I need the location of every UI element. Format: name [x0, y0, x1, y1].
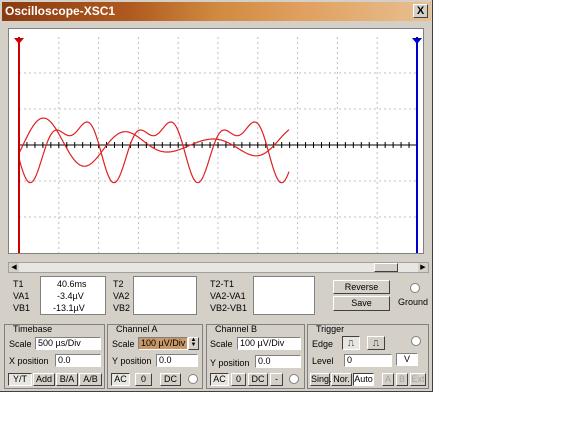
reverse-button[interactable]: Reverse [333, 280, 390, 294]
channel-b-group: Channel B Scale 100 µV/Div Y position 0.… [206, 324, 305, 389]
title-bar[interactable]: Oscilloscope-XSC1 X [2, 2, 431, 21]
channel-b-trace [18, 121, 290, 184]
t1-label: T1 [13, 279, 24, 289]
mode-ab-button[interactable]: A/B [79, 373, 102, 386]
x-position-field[interactable]: 0.0 [55, 354, 101, 367]
channel-b-ypos-field[interactable]: 0.0 [255, 355, 301, 368]
trigger-group: Trigger Edge ⎍ ⎍ Level 0 V Sing. Nor. Au… [307, 324, 429, 389]
save-button[interactable]: Save [333, 296, 390, 311]
channel-b-zero-button[interactable]: 0 [231, 373, 246, 386]
channel-b-dc-button[interactable]: DC [248, 373, 268, 386]
t1-value: 40.6ms [57, 279, 87, 289]
trigger-level-unit[interactable]: V [396, 353, 418, 366]
trigger-edge-label: Edge [312, 339, 334, 349]
channel-a-radio[interactable] [188, 374, 198, 384]
va1-label: VA1 [13, 291, 30, 301]
trigger-single-button[interactable]: Sing. [310, 373, 332, 386]
cursor-2-handle[interactable] [412, 38, 422, 44]
channel-b-ypos-label: Y position [210, 358, 250, 368]
channel-a-zero-button[interactable]: 0 [135, 373, 152, 386]
waveform-display [14, 37, 422, 253]
vb1-label: VB1 [13, 303, 31, 313]
trigger-source-a-button[interactable]: A [382, 373, 394, 386]
cursor2-readout [133, 276, 197, 315]
trigger-auto-button[interactable]: Auto [353, 373, 374, 386]
va2-va1-label: VA2-VA1 [210, 291, 246, 301]
ground-radio[interactable] [410, 283, 420, 293]
trigger-title: Trigger [316, 324, 345, 334]
channel-b-scale-label: Scale [210, 339, 233, 349]
trigger-source-ext-button[interactable]: Ext [410, 373, 426, 386]
channel-b-radio[interactable] [289, 374, 299, 384]
channel-b-scale-field[interactable]: 100 µV/Div [237, 337, 301, 350]
cursor-1-handle[interactable] [14, 38, 24, 44]
mode-add-button[interactable]: Add [33, 373, 55, 386]
scroll-right-icon[interactable]: ▶ [418, 263, 428, 272]
falling-edge-icon[interactable]: ⎍ [367, 336, 385, 350]
trigger-normal-button[interactable]: Nor. [331, 373, 352, 386]
window-title: Oscilloscope-XSC1 [5, 4, 116, 18]
vb2-label: VB2 [113, 303, 131, 313]
vb2-vb1-label: VB2-VB1 [210, 303, 248, 313]
horizontal-scrollbar[interactable]: ◀ ▶ [8, 262, 429, 273]
scroll-thumb[interactable] [374, 263, 398, 272]
timebase-group: Timebase Scale 500 µs/Div X position 0.0… [4, 324, 105, 389]
va2-label: VA2 [113, 291, 130, 301]
channel-a-scale-spinner[interactable]: ▲ ▼ [188, 337, 199, 350]
trigger-level-label: Level [312, 356, 334, 366]
vb1-value: -13.1µV [53, 303, 85, 313]
cursor1-readout: 40.6ms -3.4µV -13.1µV [40, 276, 106, 315]
timebase-scale-field[interactable]: 500 µs/Div [35, 337, 101, 350]
mode-yt-button[interactable]: Y/T [8, 373, 32, 386]
trigger-source-b-button[interactable]: B [396, 373, 408, 386]
channel-a-scale-label: Scale [112, 339, 135, 349]
t2-label: T2 [113, 279, 124, 289]
channel-a-dc-button[interactable]: DC [160, 373, 181, 386]
channel-a-ypos-label: Y position [112, 356, 152, 366]
close-button[interactable]: X [413, 4, 428, 18]
rising-edge-icon[interactable]: ⎍ [342, 336, 360, 350]
t2-t1-label: T2-T1 [210, 279, 235, 289]
channel-a-ac-button[interactable]: AC [111, 373, 130, 386]
oscilloscope-window: Oscilloscope-XSC1 X ◀ ▶ T1 VA1 VB1 40.6m… [0, 0, 433, 392]
ground-label: Ground [398, 297, 429, 307]
timebase-scale-label: Scale [9, 339, 32, 349]
scope-screen [8, 28, 424, 254]
channel-b-title: Channel B [215, 324, 258, 334]
timebase-title: Timebase [13, 324, 53, 334]
channel-a-ypos-field[interactable]: 0.0 [156, 354, 198, 367]
mode-ba-button[interactable]: B/A [56, 373, 78, 386]
scroll-left-icon[interactable]: ◀ [9, 263, 19, 272]
channel-a-title: Channel A [116, 324, 158, 334]
channel-a-group: Channel A Scale 100 µV/Div ▲ ▼ Y position… [107, 324, 203, 389]
va1-value: -3.4µV [57, 291, 84, 301]
difference-readout [253, 276, 315, 315]
channel-b-ac-button[interactable]: AC [210, 373, 229, 386]
trigger-level-field[interactable]: 0 [344, 354, 392, 367]
x-position-label: X position [9, 356, 49, 366]
trigger-radio[interactable] [411, 336, 421, 346]
channel-a-scale-field[interactable]: 100 µV/Div [138, 337, 188, 350]
time-axis [18, 142, 418, 148]
channel-b-invert-button[interactable]: - [270, 373, 283, 386]
